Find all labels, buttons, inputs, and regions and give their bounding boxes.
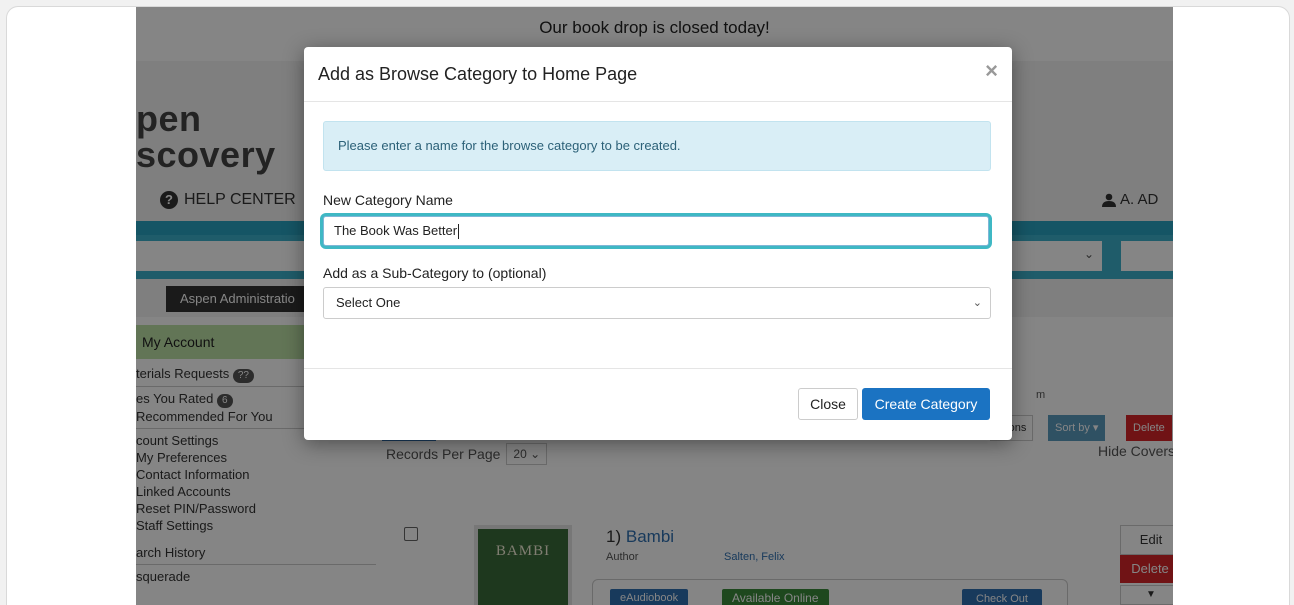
- dialog-footer: Close Create Category: [304, 368, 1012, 441]
- text-cursor: [458, 224, 460, 240]
- category-name-input[interactable]: The Book Was Better: [323, 216, 989, 246]
- sub-category-value: Select One: [336, 295, 401, 310]
- create-category-button[interactable]: Create Category: [862, 388, 990, 420]
- sub-category-label: Add as a Sub-Category to (optional): [323, 265, 547, 281]
- add-browse-category-dialog: Add as Browse Category to Home Page × Pl…: [304, 47, 1012, 440]
- dialog-title: Add as Browse Category to Home Page: [318, 64, 638, 84]
- info-alert: Please enter a name for the browse categ…: [323, 121, 991, 171]
- dialog-header: Add as Browse Category to Home Page ×: [304, 47, 1012, 102]
- category-name-value: The Book Was Better: [334, 223, 458, 238]
- close-button[interactable]: Close: [798, 388, 858, 420]
- category-name-label: New Category Name: [323, 192, 453, 208]
- chevron-down-icon: ⌄: [972, 297, 982, 309]
- close-icon[interactable]: ×: [985, 58, 998, 84]
- sub-category-select[interactable]: Select One ⌄: [323, 287, 991, 319]
- dialog-body: Please enter a name for the browse categ…: [304, 102, 1012, 368]
- browser-viewport: Our book drop is closed today! pen scove…: [6, 6, 1290, 605]
